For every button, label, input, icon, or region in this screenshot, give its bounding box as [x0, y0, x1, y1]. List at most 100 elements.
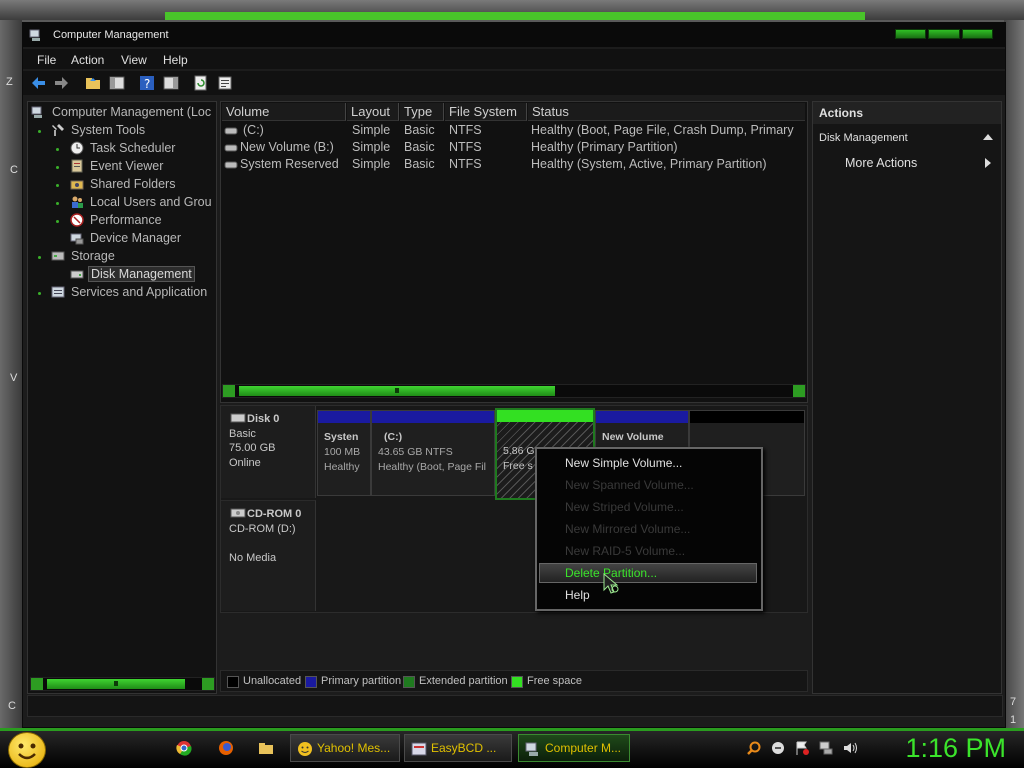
legend-swatch-extended	[403, 676, 415, 688]
show-hide-action-pane-icon[interactable]	[163, 75, 179, 91]
tree-item-system-tools[interactable]: System Tools	[71, 123, 145, 137]
menu-item-new-spanned-volume[interactable]: New Spanned Volume...	[565, 478, 694, 492]
taskbar-button-easybcd[interactable]: EasyBCD ...	[404, 734, 512, 762]
menu-item-help[interactable]: Help	[565, 588, 590, 602]
tree-expander[interactable]	[56, 166, 59, 169]
disk-0-info[interactable]: Disk 0 Basic 75.00 GB Online	[221, 406, 316, 498]
partition-bar	[497, 410, 593, 422]
partition-system-reserved[interactable]: Systen 100 MB Healthy	[317, 410, 371, 496]
search-icon[interactable]	[746, 740, 762, 756]
volume-layout: Simple	[352, 123, 391, 137]
tree-expander[interactable]	[56, 202, 59, 205]
actions-section-disk-management[interactable]: Disk Management	[813, 126, 1001, 146]
title-bar[interactable]: Computer Management	[23, 23, 1005, 47]
tree-item-device-manager[interactable]: Device Manager	[90, 231, 181, 245]
partition-name: New Volume	[602, 431, 664, 443]
menu-file[interactable]: File	[37, 53, 56, 67]
shared-folders-icon	[70, 180, 84, 190]
chrome-icon[interactable]	[176, 740, 192, 756]
services-icon	[51, 286, 65, 298]
users-icon	[72, 196, 83, 208]
volume-list-horizontal-scrollbar[interactable]	[222, 384, 806, 398]
menu-item-new-striped-volume[interactable]: New Striped Volume...	[565, 500, 684, 514]
column-header-file-system[interactable]: File System	[445, 103, 527, 121]
cdrom-drive: CD-ROM (D:)	[229, 523, 296, 535]
event-viewer-icon	[71, 159, 83, 173]
column-header-volume[interactable]: Volume	[222, 103, 346, 121]
taskbar-button-yahoo[interactable]: Yahoo! Mes...	[290, 734, 400, 762]
menu-item-new-mirrored-volume[interactable]: New Mirrored Volume...	[565, 522, 690, 536]
legend-label-primary: Primary partition	[321, 675, 402, 687]
collapse-up-icon[interactable]	[983, 134, 993, 140]
volume-icon[interactable]	[842, 740, 858, 756]
tree-item-storage[interactable]: Storage	[71, 249, 115, 263]
more-actions-link[interactable]: More Actions	[845, 156, 917, 170]
menu-view[interactable]: View	[121, 53, 147, 67]
tree-expander[interactable]	[38, 130, 41, 133]
tree-expander[interactable]	[56, 148, 59, 151]
tree-horizontal-scrollbar[interactable]	[30, 677, 215, 691]
taskbar-button-label: Yahoo! Mes...	[317, 741, 391, 755]
tree-item-shared-folders[interactable]: Shared Folders	[90, 177, 175, 191]
tree-item-services-applications[interactable]: Services and Application	[71, 285, 207, 299]
tree-expander[interactable]	[38, 292, 41, 295]
cdrom-name: CD-ROM 0	[247, 508, 302, 520]
up-folder-icon[interactable]	[85, 75, 101, 91]
show-hide-tree-icon[interactable]	[109, 75, 125, 91]
column-header-type[interactable]: Type	[400, 103, 444, 121]
device-manager-icon	[70, 233, 84, 245]
forward-arrow-icon[interactable]	[53, 75, 69, 91]
disk-name: Disk 0	[247, 413, 280, 425]
menu-item-new-raid5-volume[interactable]: New RAID-5 Volume...	[565, 544, 685, 558]
status-icon[interactable]	[770, 740, 786, 756]
network-icon[interactable]	[818, 740, 834, 756]
tree-expander[interactable]	[38, 256, 41, 259]
help-icon[interactable]: ?	[139, 75, 155, 91]
scroll-right-button[interactable]	[793, 385, 805, 397]
minimize-button[interactable]	[895, 29, 927, 39]
volume-file-system: NTFS	[449, 140, 482, 154]
taskbar-button-computer-management[interactable]: Computer M...	[518, 734, 630, 762]
partition-context-menu: New Simple Volume... New Spanned Volume.…	[535, 447, 763, 611]
cdrom-0-info[interactable]: CD-ROM 0 CD-ROM (D:) No Media	[221, 500, 316, 611]
column-header-status[interactable]: Status	[528, 103, 805, 121]
computer-management-icon	[525, 742, 538, 756]
menu-action[interactable]: Action	[71, 53, 104, 67]
volume-status: Healthy (Boot, Page File, Crash Dump, Pr…	[531, 123, 794, 137]
scroll-right-button[interactable]	[202, 678, 214, 690]
status-bar	[27, 695, 1003, 717]
window-title: Computer Management	[53, 29, 169, 41]
folder-icon[interactable]	[258, 740, 274, 756]
menu-bar: File Action View Help	[23, 49, 1005, 69]
action-center-flag-icon[interactable]	[794, 740, 810, 756]
tree-expander[interactable]	[56, 220, 59, 223]
menu-item-new-simple-volume[interactable]: New Simple Volume...	[565, 456, 682, 470]
partition-bar	[372, 411, 494, 423]
clock-icon	[70, 141, 84, 155]
back-arrow-icon[interactable]	[31, 75, 47, 91]
firefox-icon[interactable]	[218, 740, 234, 756]
tree-item-task-scheduler[interactable]: Task Scheduler	[90, 141, 175, 155]
tree-item-local-users-groups[interactable]: Local Users and Grou	[90, 195, 212, 209]
tree-expander[interactable]	[56, 184, 59, 187]
menu-help[interactable]: Help	[163, 53, 188, 67]
properties-icon[interactable]	[217, 75, 233, 91]
mouse-cursor-icon	[603, 573, 619, 594]
maximize-button[interactable]	[928, 29, 960, 39]
taskbar-clock[interactable]: 1:16 PM	[905, 733, 1006, 764]
volume-name: New Volume (B:)	[240, 140, 334, 154]
refresh-icon[interactable]	[193, 75, 209, 91]
scroll-left-button[interactable]	[223, 385, 235, 397]
disk-icon	[70, 270, 84, 279]
partition-c[interactable]: (C:) 43.65 GB NTFS Healthy (Boot, Page F…	[371, 410, 495, 496]
close-button[interactable]	[961, 29, 993, 39]
start-smiley-icon[interactable]	[8, 732, 46, 768]
column-header-layout[interactable]: Layout	[347, 103, 399, 121]
tree-item-event-viewer[interactable]: Event Viewer	[90, 159, 163, 173]
tree-root-computer-management[interactable]: Computer Management (Loc	[52, 105, 211, 119]
scroll-left-button[interactable]	[31, 678, 43, 690]
desktop-right-edge	[1004, 20, 1024, 728]
tree-item-performance[interactable]: Performance	[90, 213, 162, 227]
actions-header: Actions	[813, 102, 1001, 124]
tree-item-disk-management[interactable]: Disk Management	[88, 266, 195, 282]
